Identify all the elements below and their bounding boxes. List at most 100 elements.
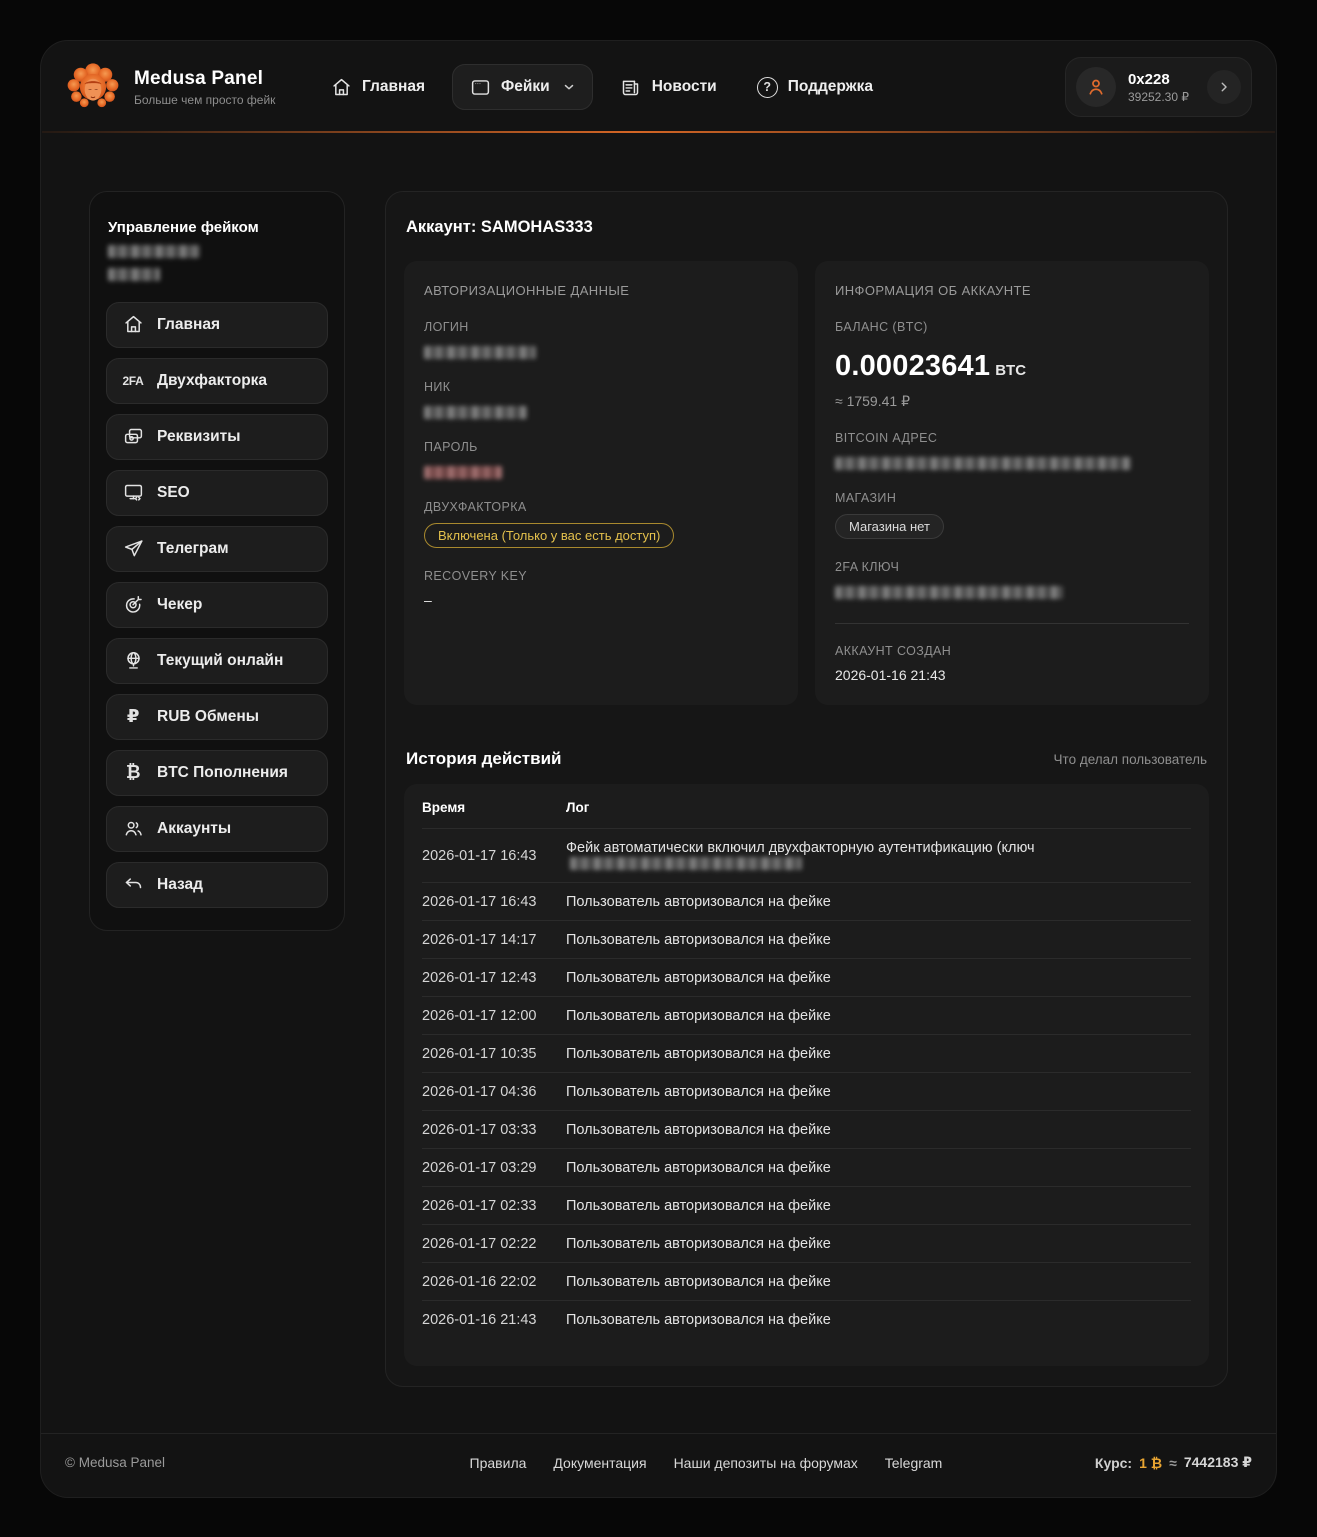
- sidebar-title: Управление фейком: [108, 216, 326, 286]
- nick-value-redacted: [424, 406, 527, 419]
- auth-data-card: АВТОРИЗАЦИОННЫЕ ДАННЫЕ ЛОГИН НИК ПАРОЛЬ: [404, 261, 798, 705]
- footer-link-0[interactable]: Правила: [470, 1455, 527, 1471]
- sidebar-item-checker[interactable]: Чекер: [106, 582, 328, 628]
- row-log: Пользователь авторизовался на фейке: [566, 1084, 831, 1100]
- sidebar-item-label: RUB Обмены: [157, 708, 259, 726]
- footer-link-2[interactable]: Наши депозиты на форумах: [674, 1455, 858, 1471]
- home-icon: [330, 76, 352, 98]
- back-icon: [122, 874, 144, 896]
- shop-label: МАГАЗИН: [835, 491, 1189, 505]
- table-row: 2026-01-17 16:43 Фейк автоматически включ…: [422, 828, 1191, 882]
- footer-link-3[interactable]: Telegram: [885, 1455, 943, 1471]
- sidebar-item-btc-topups[interactable]: ₿BTC Пополнения: [106, 750, 328, 796]
- fake-domain-redacted: [108, 245, 200, 258]
- nav-item-label: Новости: [652, 78, 717, 96]
- table-row: 2026-01-16 21:43Пользователь авторизовал…: [422, 1300, 1191, 1338]
- footer-copyright: © Medusa Panel: [65, 1455, 317, 1470]
- sidebar-item-home[interactable]: Главная: [106, 302, 328, 348]
- row-time: 2026-01-17 12:00: [422, 1008, 542, 1024]
- row-log: Пользователь авторизовался на фейке: [566, 1274, 831, 1290]
- brand[interactable]: Medusa Panel Больше чем просто фейк: [65, 59, 317, 115]
- column-header-log: Лог: [566, 800, 589, 815]
- cards-icon: [122, 426, 144, 448]
- sidebar-item-label: Реквизиты: [157, 428, 240, 446]
- btc-address-field: BITCOIN АДРЕС: [835, 431, 1189, 470]
- main-nav: Главная Фейки Новости ?Поддержка: [317, 64, 886, 110]
- brand-text: Medusa Panel Больше чем просто фейк: [134, 68, 275, 107]
- sidebar-item-telegram[interactable]: Телеграм: [106, 526, 328, 572]
- table-row: 2026-01-17 03:29Пользователь авторизовал…: [422, 1148, 1191, 1186]
- sidebar-item-seo[interactable]: SEO: [106, 470, 328, 516]
- account-info-card: ИНФОРМАЦИЯ ОБ АККАУНТЕ БАЛАНС (BTC) 0.00…: [815, 261, 1209, 705]
- account-title: Аккаунт: SAMOHAS333: [406, 218, 1207, 237]
- row-time: 2026-01-17 16:43: [422, 848, 542, 864]
- nav-item-news[interactable]: Новости: [607, 64, 730, 110]
- balance-field: БАЛАНС (BTC) 0.00023641BTC ≈ 1759.41 ₽: [835, 320, 1189, 410]
- row-time: 2026-01-17 16:43: [422, 894, 542, 910]
- user-meta: 0x228 39252.30 ₽: [1128, 71, 1189, 104]
- nav-item-support[interactable]: ?Поддержка: [744, 65, 886, 110]
- twofa-key-field: 2FA КЛЮЧ: [835, 560, 1189, 599]
- brand-title: Medusa Panel: [134, 68, 275, 90]
- home-icon: [122, 314, 144, 336]
- sidebar-item-rub-trades[interactable]: ₽RUB Обмены: [106, 694, 328, 740]
- login-field: ЛОГИН: [424, 320, 778, 359]
- user-expand-button[interactable]: [1207, 70, 1241, 104]
- nav-item-fakes[interactable]: Фейки: [452, 64, 593, 110]
- user-badge[interactable]: 0x228 39252.30 ₽: [1065, 57, 1252, 117]
- row-log: Пользователь авторизовался на фейке: [566, 894, 831, 910]
- history-title: История действий: [406, 749, 561, 769]
- row-time: 2026-01-17 03:33: [422, 1122, 542, 1138]
- fake-domain-redacted: [108, 268, 160, 281]
- 2fa-icon: 2FA: [122, 370, 144, 392]
- rate-approx-sign: ≈: [1169, 1455, 1177, 1471]
- app-container: Medusa Panel Больше чем просто фейк Глав…: [40, 40, 1277, 1498]
- rate-label: Курс:: [1095, 1455, 1132, 1471]
- help-icon: ?: [757, 77, 778, 98]
- login-label: ЛОГИН: [424, 320, 778, 334]
- history-table-head: Время Лог: [422, 784, 1191, 828]
- row-log: Пользователь авторизовался на фейке: [566, 1312, 831, 1328]
- sidebar-item-label: Назад: [157, 876, 203, 894]
- history-table: Время Лог 2026-01-17 16:43 Фейк автоматич…: [404, 784, 1209, 1366]
- news-icon: [620, 76, 642, 98]
- sidebar-item-twofa[interactable]: 2FAДвухфакторка: [106, 358, 328, 404]
- log-key-redacted: [570, 857, 802, 870]
- table-row: 2026-01-17 03:33Пользователь авторизовал…: [422, 1110, 1191, 1148]
- sidebar: Управление фейком Главная 2FAДвухфакторка…: [89, 191, 345, 931]
- twofa-key-label: 2FA КЛЮЧ: [835, 560, 1189, 574]
- people-icon: [122, 818, 144, 840]
- row-time: 2026-01-17 04:36: [422, 1084, 542, 1100]
- row-time: 2026-01-17 14:17: [422, 932, 542, 948]
- row-log: Пользователь авторизовался на фейке: [566, 1236, 831, 1252]
- balance-label: БАЛАНС (BTC): [835, 320, 1189, 334]
- info-card-title: ИНФОРМАЦИЯ ОБ АККАУНТЕ: [835, 283, 1189, 298]
- created-value: 2026-01-16 21:43: [835, 667, 1189, 683]
- password-value-redacted: [424, 466, 502, 479]
- sidebar-item-label: SEO: [157, 484, 190, 502]
- row-log: Пользователь авторизовался на фейке: [566, 1046, 831, 1062]
- exchange-rate: Курс: 1 ₿ ≈ 7442183 ₽: [1095, 1454, 1252, 1471]
- sidebar-item-label: BTC Пополнения: [157, 764, 288, 782]
- row-time: 2026-01-17 02:33: [422, 1198, 542, 1214]
- sidebar-title-text: Управление фейком: [108, 219, 259, 236]
- sidebar-item-online[interactable]: Текущий онлайн: [106, 638, 328, 684]
- sidebar-items: Главная 2FAДвухфакторка Реквизиты SEO Телегр…: [106, 302, 328, 908]
- sidebar-item-requisites[interactable]: Реквизиты: [106, 414, 328, 460]
- btc-address-label: BITCOIN АДРЕС: [835, 431, 1189, 445]
- sidebar-item-back[interactable]: Назад: [106, 862, 328, 908]
- history-subtitle: Что делал пользователь: [1054, 752, 1207, 767]
- row-time: 2026-01-17 10:35: [422, 1046, 542, 1062]
- row-log: Пользователь авторизовался на фейке: [566, 932, 831, 948]
- footer-link-1[interactable]: Документация: [553, 1455, 646, 1471]
- row-log: Пользователь авторизовался на фейке: [566, 1008, 831, 1024]
- nav-item-home[interactable]: Главная: [317, 64, 438, 110]
- row-log: Фейк автоматически включил двухфакторную…: [566, 840, 1191, 872]
- sidebar-item-accounts[interactable]: Аккаунты: [106, 806, 328, 852]
- twofa-field: ДВУХФАКТОРКА Включена (Только у вас есть…: [424, 500, 778, 548]
- table-row: 2026-01-17 10:35 Пользователь авторизовал…: [422, 1034, 1191, 1072]
- recovery-key-label: RECOVERY KEY: [424, 569, 778, 583]
- chevron-down-icon: [562, 80, 576, 94]
- sidebar-item-label: Главная: [157, 316, 220, 334]
- window-icon: [469, 76, 491, 98]
